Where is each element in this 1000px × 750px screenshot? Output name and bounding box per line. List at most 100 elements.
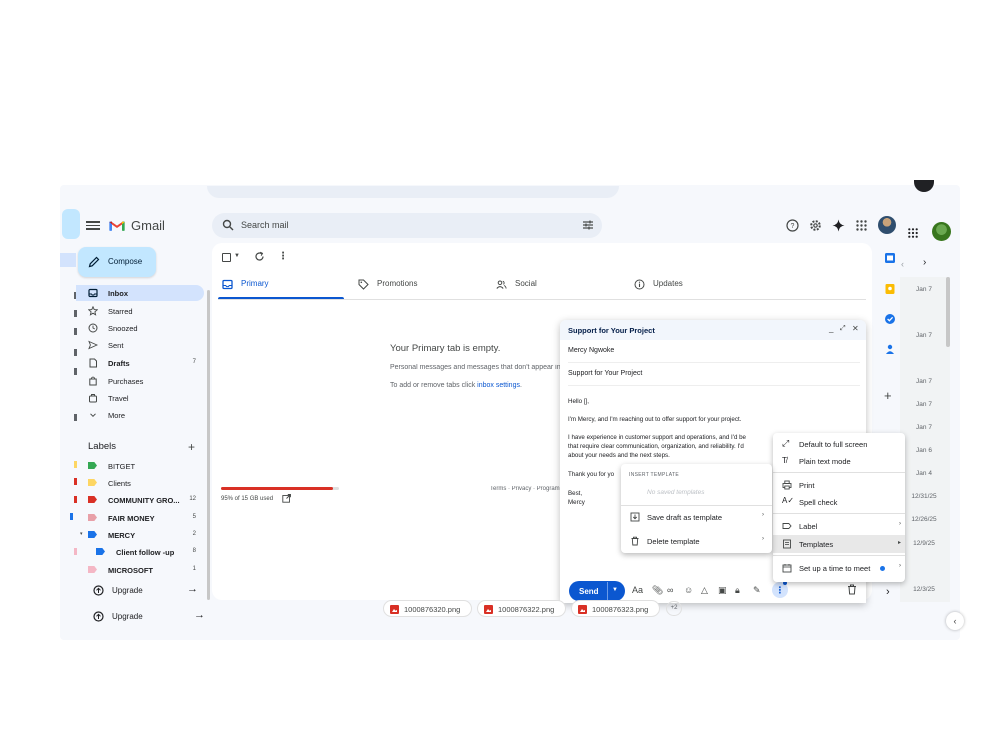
caret-down-icon[interactable]: ▼	[234, 253, 240, 259]
emoji-icon[interactable]: ☺	[684, 585, 693, 595]
open-external-icon[interactable]	[282, 494, 291, 503]
calendar-app-icon[interactable]	[884, 252, 896, 264]
menu-item-set-up-meeting[interactable]: Set up a time to meet ›	[773, 559, 905, 577]
chevron-left-icon[interactable]: ‹	[901, 259, 904, 269]
body-line[interactable]: Thank you for yo	[568, 471, 614, 479]
label-item-bitget[interactable]: BITGET	[76, 458, 204, 474]
body-line[interactable]: about your needs and the next steps.	[568, 452, 670, 460]
sidebar-item-drafts[interactable]: Drafts 7	[76, 355, 204, 371]
chevron-right-icon[interactable]: ›	[923, 257, 926, 268]
upgrade-button[interactable]: Upgrade →	[76, 609, 211, 625]
search-icon[interactable]	[222, 219, 234, 231]
menu-item-templates[interactable]: Templates ▸	[773, 535, 905, 553]
gemini-sparkle-icon[interactable]	[832, 219, 845, 232]
label-item-microsoft[interactable]: MICROSOFT 1	[76, 562, 204, 578]
more-attachments-chip[interactable]: +2	[666, 601, 682, 616]
menu-item-spell-check[interactable]: A✓ Spell check	[773, 493, 905, 511]
full-screen-icon[interactable]: ⤢	[840, 325, 846, 333]
discard-draft-icon[interactable]	[847, 584, 857, 595]
attachment-chip[interactable]: 1000876323.png	[571, 600, 660, 617]
refresh-icon[interactable]	[254, 251, 265, 262]
upgrade-icon	[93, 585, 104, 596]
insert-link-icon[interactable]: ∞	[667, 585, 673, 595]
background-label-mark	[70, 513, 73, 520]
signature-pen-icon[interactable]: ✎	[753, 585, 761, 596]
upgrade-button[interactable]: Upgrade →	[76, 583, 204, 599]
menu-item-save-draft-as-template[interactable]: Save draft as template ›	[621, 508, 772, 526]
menu-item-default-full-screen[interactable]: ⤢ Default to full screen	[773, 435, 905, 453]
minimize-icon[interactable]: _	[829, 324, 833, 333]
caret-down-icon[interactable]: ▼	[612, 587, 618, 593]
keep-notes-icon[interactable]	[884, 283, 896, 295]
storage-usage-text: 95% of 15 GB used	[221, 496, 274, 502]
main-menu-icon[interactable]	[86, 219, 100, 231]
user-avatar[interactable]	[878, 216, 896, 234]
sidebar-item-inbox[interactable]: Inbox	[76, 285, 204, 301]
user-avatar[interactable]	[932, 222, 951, 241]
menu-item-delete-template[interactable]: Delete template ›	[621, 532, 772, 550]
chevron-left-icon[interactable]: ‹	[946, 612, 964, 630]
tab-promotions[interactable]: Promotions	[348, 270, 483, 300]
chevron-right-icon[interactable]: ›	[886, 586, 890, 598]
sidebar-scrollbar[interactable]	[207, 290, 210, 600]
label-tag-icon	[96, 548, 105, 555]
sidebar-item-sent[interactable]: Sent	[76, 337, 204, 353]
attachment-chip[interactable]: 1000876322.png	[477, 600, 566, 617]
empty-state-description: Personal messages and messages that don'…	[390, 364, 560, 371]
tab-social[interactable]: Social	[486, 270, 621, 300]
close-icon[interactable]: ✕	[852, 324, 859, 333]
label-item-fair-money[interactable]: FAIR MONEY 5	[76, 510, 204, 526]
send-icon	[88, 340, 98, 350]
insert-photo-icon[interactable]: ▣	[718, 585, 727, 596]
tab-updates[interactable]: Updates	[624, 270, 759, 300]
search-filter-icon[interactable]	[582, 219, 594, 231]
menu-item-print[interactable]: Print	[773, 476, 905, 494]
label-item-community-group[interactable]: COMMUNITY GRO... 12	[76, 492, 204, 508]
apps-grid-icon[interactable]	[855, 219, 868, 232]
more-vertical-icon[interactable]: ⋮	[278, 251, 288, 262]
formatting-options-icon[interactable]: Aa	[632, 585, 643, 595]
label-item-mercy[interactable]: ▾ MERCY 2	[76, 527, 204, 543]
footer-links[interactable]: Terms · Privacy · Program Policies	[490, 486, 560, 492]
contacts-icon[interactable]	[884, 343, 896, 355]
confidential-lock-icon[interactable]: 🔒︎	[735, 585, 740, 596]
message-date: 12/26/25	[911, 516, 937, 523]
add-addon-icon[interactable]: +	[884, 388, 892, 403]
label-item-client-follow-up[interactable]: Client follow -up 8	[76, 544, 204, 560]
unread-count: 7	[192, 359, 196, 365]
sidebar-item-snoozed[interactable]: Snoozed	[76, 320, 204, 336]
body-line[interactable]: Best,	[568, 490, 582, 498]
menu-item-label: Plain text mode	[799, 457, 851, 466]
sidebar-item-more[interactable]: More	[76, 407, 204, 423]
sidebar-item-travel[interactable]: Travel	[76, 390, 204, 406]
sidebar-item-starred[interactable]: Starred	[76, 303, 204, 319]
add-label-icon[interactable]: +	[188, 440, 195, 454]
to-field[interactable]: Mercy Ngwoke	[568, 341, 860, 363]
apps-grid-icon[interactable]	[907, 227, 919, 239]
menu-item-label[interactable]: Label ›	[773, 517, 905, 535]
settings-gear-icon[interactable]	[809, 219, 822, 232]
search-input[interactable]	[241, 214, 561, 236]
body-line[interactable]: I'm Mercy, and I'm reaching out to offer…	[568, 416, 741, 424]
inbox-settings-link[interactable]: inbox settings	[477, 382, 520, 389]
body-line[interactable]: Mercy	[568, 499, 585, 507]
body-line[interactable]: Hello [],	[568, 398, 589, 406]
body-line[interactable]: that require clear communication, organi…	[568, 443, 744, 451]
attach-file-icon[interactable]: 📎︎	[652, 585, 663, 596]
menu-item-plain-text-mode[interactable]: T̸ Plain text mode	[773, 452, 905, 470]
submenu-arrow-icon: ›	[899, 563, 901, 569]
attachment-chip[interactable]: 1000876320.png	[383, 600, 472, 617]
select-all-checkbox[interactable]	[222, 253, 231, 262]
help-icon[interactable]: ?	[786, 219, 799, 232]
subject-field[interactable]: Support for Your Project	[568, 364, 860, 386]
label-item-clients[interactable]: Clients	[76, 475, 204, 491]
inbox-icon	[88, 288, 98, 298]
drive-icon[interactable]: △	[701, 585, 708, 596]
sidebar-item-label: Travel	[108, 394, 129, 403]
caret-down-icon[interactable]: ▾	[80, 531, 83, 537]
body-line[interactable]: I have experience in customer support an…	[568, 434, 746, 442]
label-name: FAIR MONEY	[108, 514, 155, 523]
tab-primary[interactable]: Primary	[212, 270, 342, 300]
sidebar-item-purchases[interactable]: Purchases	[76, 373, 204, 389]
tasks-icon[interactable]	[884, 313, 896, 325]
